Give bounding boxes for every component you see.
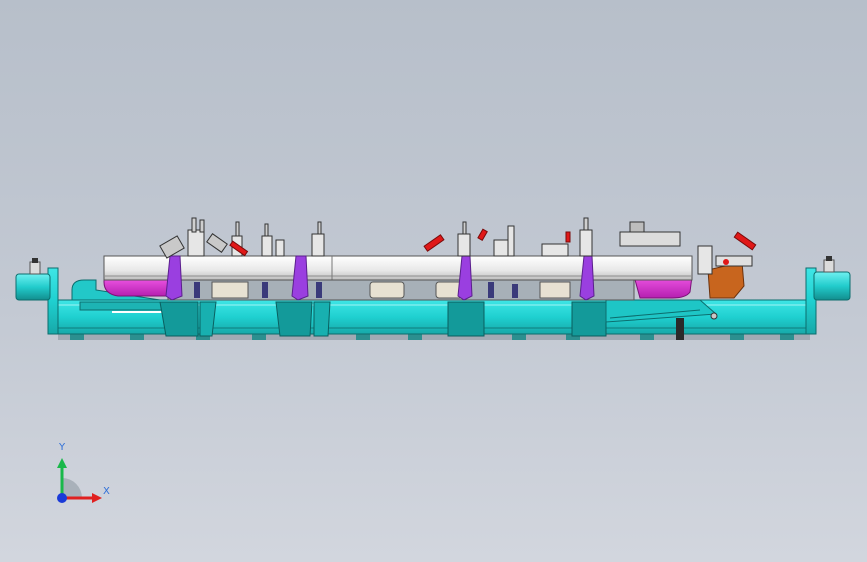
toggle-clamps[interactable] [159,217,681,259]
coordinate-triad-icon [57,458,102,503]
coordinate-triad: Y X [40,438,120,518]
right-orange-bracket[interactable] [707,261,745,299]
right-locator-cylinder[interactable] [813,271,851,301]
fixture-assembly-model[interactable] [0,0,867,562]
y-axis-label: Y [59,442,66,453]
left-magenta-support[interactable] [103,277,169,297]
x-axis-label: X [103,486,110,497]
cad-viewport[interactable]: Y X [0,0,867,562]
left-locator-cylinder[interactable] [15,273,51,301]
